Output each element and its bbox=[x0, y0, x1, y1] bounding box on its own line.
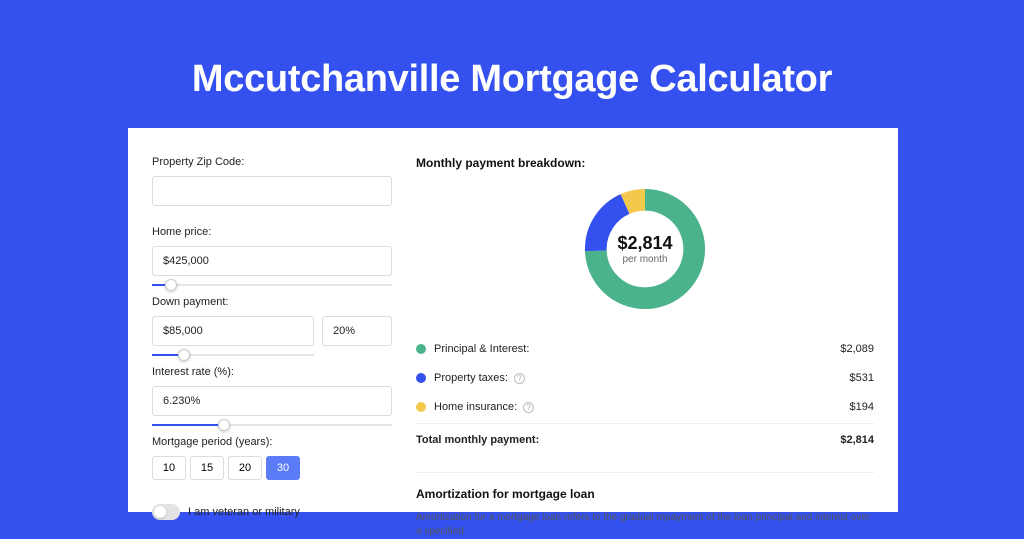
breakdown-label: Principal & Interest: bbox=[434, 343, 840, 355]
page-title: Mccutchanville Mortgage Calculator bbox=[0, 0, 1024, 101]
zip-field: Property Zip Code: bbox=[152, 156, 392, 206]
total-amount: $2,814 bbox=[840, 434, 874, 446]
period-field: Mortgage period (years): 10152030 bbox=[152, 436, 392, 480]
breakdown-label: Property taxes:? bbox=[434, 372, 850, 384]
breakdown-label: Home insurance:? bbox=[434, 401, 850, 413]
legend-dot bbox=[416, 402, 426, 412]
veteran-toggle[interactable] bbox=[152, 504, 180, 520]
breakdown-amount: $531 bbox=[850, 372, 874, 384]
slider-fill bbox=[152, 424, 224, 426]
breakdown-row: Home insurance:?$194 bbox=[416, 392, 874, 421]
zip-label: Property Zip Code: bbox=[152, 156, 392, 168]
legend-dot bbox=[416, 344, 426, 354]
down-payment-slider[interactable] bbox=[152, 354, 314, 356]
period-label: Mortgage period (years): bbox=[152, 436, 392, 448]
total-label: Total monthly payment: bbox=[416, 434, 840, 446]
period-button-30[interactable]: 30 bbox=[266, 456, 300, 480]
period-button-20[interactable]: 20 bbox=[228, 456, 262, 480]
interest-rate-label: Interest rate (%): bbox=[152, 366, 392, 378]
breakdown-rows: Principal & Interest:$2,089Property taxe… bbox=[416, 334, 874, 421]
down-payment-label: Down payment: bbox=[152, 296, 392, 308]
donut-center: $2,814 per month bbox=[580, 184, 710, 314]
down-payment-field: Down payment: bbox=[152, 296, 392, 346]
breakdown-amount: $194 bbox=[850, 401, 874, 413]
home-price-label: Home price: bbox=[152, 226, 392, 238]
help-icon[interactable]: ? bbox=[514, 373, 525, 384]
donut-sub: per month bbox=[622, 254, 667, 265]
slider-thumb[interactable] bbox=[218, 419, 230, 431]
donut-chart: $2,814 per month bbox=[580, 184, 710, 314]
home-price-input[interactable] bbox=[152, 246, 392, 276]
period-buttons: 10152030 bbox=[152, 456, 392, 480]
interest-rate-input[interactable] bbox=[152, 386, 392, 416]
amortization-section: Amortization for mortgage loan Amortizat… bbox=[416, 472, 874, 539]
donut-chart-wrap: $2,814 per month bbox=[416, 184, 874, 314]
legend-dot bbox=[416, 373, 426, 383]
down-payment-pct-input[interactable] bbox=[322, 316, 392, 346]
inputs-panel: Property Zip Code: Home price: Down paym… bbox=[152, 156, 392, 512]
breakdown-heading: Monthly payment breakdown: bbox=[416, 156, 874, 170]
veteran-label: I am veteran or military bbox=[188, 506, 300, 518]
toggle-knob bbox=[154, 506, 166, 518]
slider-thumb[interactable] bbox=[165, 279, 177, 291]
veteran-row: I am veteran or military bbox=[152, 504, 392, 520]
breakdown-row: Property taxes:?$531 bbox=[416, 363, 874, 392]
donut-total: $2,814 bbox=[617, 233, 672, 254]
breakdown-total-row: Total monthly payment: $2,814 bbox=[416, 423, 874, 454]
breakdown-amount: $2,089 bbox=[840, 343, 874, 355]
breakdown-row: Principal & Interest:$2,089 bbox=[416, 334, 874, 363]
interest-rate-field: Interest rate (%): bbox=[152, 366, 392, 416]
amortization-heading: Amortization for mortgage loan bbox=[416, 487, 874, 501]
down-payment-input[interactable] bbox=[152, 316, 314, 346]
home-price-field: Home price: bbox=[152, 226, 392, 276]
breakdown-panel: Monthly payment breakdown: $2,814 per mo… bbox=[416, 156, 874, 512]
zip-input[interactable] bbox=[152, 176, 392, 206]
period-button-10[interactable]: 10 bbox=[152, 456, 186, 480]
slider-thumb[interactable] bbox=[178, 349, 190, 361]
interest-rate-slider[interactable] bbox=[152, 424, 392, 426]
home-price-slider[interactable] bbox=[152, 284, 392, 286]
calculator-card: Property Zip Code: Home price: Down paym… bbox=[128, 128, 898, 512]
help-icon[interactable]: ? bbox=[523, 402, 534, 413]
amortization-body: Amortization for a mortgage loan refers … bbox=[416, 511, 874, 539]
period-button-15[interactable]: 15 bbox=[190, 456, 224, 480]
